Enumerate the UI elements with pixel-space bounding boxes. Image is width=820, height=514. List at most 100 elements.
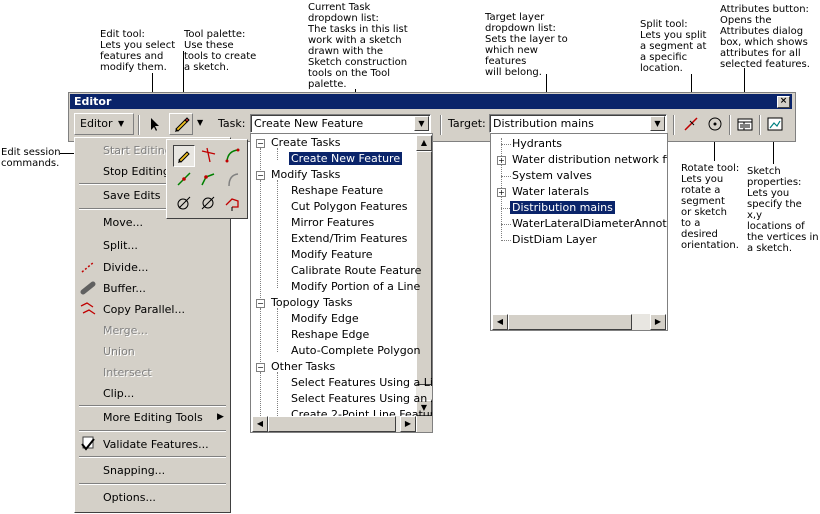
tree-connector: [277, 180, 278, 288]
validate-svg: [81, 436, 95, 451]
task-dropdown-value: Create New Feature: [254, 117, 364, 130]
tangent-tool[interactable]: [197, 193, 219, 215]
rotate-tool-button[interactable]: [704, 113, 726, 135]
endpoint-arc-icon: [228, 173, 239, 187]
editor-menu-button[interactable]: Editor ▼: [74, 113, 134, 135]
intersection-tool[interactable]: [197, 145, 219, 167]
scroll-thumb[interactable]: [268, 416, 396, 432]
scroll-right-button[interactable]: ▶: [650, 314, 666, 330]
tree-item[interactable]: Select Features Using a Li: [291, 376, 432, 390]
tree-group-modify-tasks[interactable]: Modify Tasks: [271, 168, 340, 182]
menu-item-stop-editing[interactable]: Stop Editing: [103, 165, 170, 178]
menu-item-split[interactable]: Split...: [103, 239, 138, 252]
layer-item-system-valves[interactable]: System valves: [512, 169, 592, 183]
menu-item-more-editing-tools[interactable]: More Editing Tools: [103, 411, 203, 424]
callout-rotate-tool: Rotate tool: Lets you rotate a segment o…: [681, 163, 740, 251]
menu-item-save-edits[interactable]: Save Edits: [103, 189, 161, 202]
tree-item[interactable]: Calibrate Route Feature: [291, 264, 421, 278]
tree-group-create-tasks[interactable]: Create Tasks: [271, 136, 341, 150]
edit-tool-button[interactable]: [143, 113, 165, 135]
scroll-up-button[interactable]: ▲: [416, 135, 432, 151]
tree-item[interactable]: Reshape Feature: [291, 184, 383, 198]
menu-item-union[interactable]: Union: [103, 345, 135, 358]
target-list-hscroll[interactable]: ◀ ▶: [492, 314, 666, 330]
trace-tool[interactable]: [221, 193, 243, 215]
menu-item-start-editing[interactable]: Start Editing: [103, 144, 172, 157]
tree-item[interactable]: Select Features Using an A: [291, 392, 432, 406]
sketch-properties-button[interactable]: [764, 113, 786, 135]
close-button[interactable]: ×: [777, 96, 790, 108]
buffer-icon: [79, 280, 97, 296]
chevron-down-icon[interactable]: ▼: [650, 116, 665, 131]
menu-item-divide[interactable]: Divide...: [103, 261, 148, 274]
menu-separator: [79, 483, 226, 485]
tree-item[interactable]: Modify Feature: [291, 248, 373, 262]
task-tree-hscroll[interactable]: ◀ ▶: [252, 416, 416, 432]
menu-item-options[interactable]: Options...: [103, 491, 156, 504]
tree-connector: [260, 148, 261, 170]
tree-item[interactable]: Extend/Trim Features: [291, 232, 407, 246]
layer-item-lateral-annotation[interactable]: WaterLateralDiameterAnnotatio: [512, 217, 667, 231]
layer-item-network-fittings[interactable]: Water distribution network fitting: [512, 153, 667, 167]
editor-titlebar: Editor ×: [70, 94, 792, 109]
menu-item-snapping[interactable]: Snapping...: [103, 464, 165, 477]
tree-item[interactable]: Modify Portion of a Line: [291, 280, 420, 294]
sketch-tool-button[interactable]: [169, 113, 193, 135]
menu-separator: [79, 430, 226, 432]
task-dropdown[interactable]: Create New Feature ▼: [250, 114, 431, 133]
split-tool-button[interactable]: [680, 113, 702, 135]
palette-dropdown-icon[interactable]: ▼: [197, 118, 203, 127]
buffer-svg: [80, 281, 96, 295]
collapse-icon[interactable]: −: [256, 363, 265, 372]
tree-item[interactable]: Create 2-Point Line Featur: [291, 408, 432, 416]
direction-icon: [177, 196, 191, 210]
collapse-icon[interactable]: −: [256, 171, 265, 180]
menu-item-buffer[interactable]: Buffer...: [103, 282, 146, 295]
tree-connector: [277, 148, 278, 160]
collapse-icon[interactable]: −: [256, 299, 265, 308]
menu-item-merge[interactable]: Merge...: [103, 324, 148, 337]
menu-item-validate-features[interactable]: Validate Features...: [103, 438, 209, 451]
layer-item-hydrants[interactable]: Hydrants: [512, 137, 562, 151]
rotate-icon: [708, 117, 722, 131]
editor-menu-label: Editor: [80, 117, 113, 130]
layer-item-distribution-mains[interactable]: Distribution mains: [510, 201, 615, 215]
tree-item-create-new-feature[interactable]: Create New Feature: [289, 152, 403, 166]
end-point-arc-tool[interactable]: [221, 169, 243, 191]
tree-item[interactable]: Mirror Features: [291, 216, 374, 230]
tree-item[interactable]: Cut Polygon Features: [291, 200, 407, 214]
layer-item-distdiam[interactable]: DistDiam Layer: [512, 233, 597, 247]
scroll-right-button[interactable]: ▶: [400, 416, 416, 432]
tree-item[interactable]: Auto-Complete Polygon: [291, 344, 420, 358]
expand-plus-icon[interactable]: +: [497, 156, 506, 165]
pencil-icon: [178, 151, 190, 163]
direction-distance-tool[interactable]: [173, 193, 195, 215]
sketch-pencil-tool[interactable]: [173, 145, 195, 167]
tree-item[interactable]: Modify Edge: [291, 312, 359, 326]
submenu-arrow-icon: ▶: [217, 412, 224, 422]
attributes-button[interactable]: [734, 113, 756, 135]
distance-distance-tool[interactable]: [197, 169, 219, 191]
tree-connector: [277, 372, 278, 416]
collapse-icon[interactable]: −: [256, 139, 265, 148]
pencil-icon: [175, 117, 190, 132]
menu-item-intersect[interactable]: Intersect: [103, 366, 152, 379]
trace-icon: [225, 198, 239, 211]
callout-tool-palette: Tool palette: Use these tools to create …: [184, 29, 257, 73]
scroll-left-button[interactable]: ◀: [252, 416, 268, 432]
menu-item-clip[interactable]: Clip...: [103, 387, 134, 400]
menu-item-move[interactable]: Move...: [103, 216, 143, 229]
target-dropdown[interactable]: Distribution mains ▼: [489, 114, 667, 133]
arc-tool[interactable]: [221, 145, 243, 167]
midpoint-tool[interactable]: [173, 169, 195, 191]
tree-item[interactable]: Reshape Edge: [291, 328, 369, 342]
tree-group-other-tasks[interactable]: Other Tasks: [271, 360, 335, 374]
expand-plus-icon[interactable]: +: [497, 188, 506, 197]
menu-item-copy-parallel[interactable]: Copy Parallel...: [103, 303, 185, 316]
tree-group-topology-tasks[interactable]: Topology Tasks: [271, 296, 353, 310]
layer-item-water-laterals[interactable]: Water laterals: [512, 185, 589, 199]
scroll-left-button[interactable]: ◀: [492, 314, 508, 330]
chevron-down-icon[interactable]: ▼: [414, 116, 429, 131]
scroll-thumb[interactable]: [508, 314, 632, 330]
midpoint-icon: [177, 172, 191, 186]
